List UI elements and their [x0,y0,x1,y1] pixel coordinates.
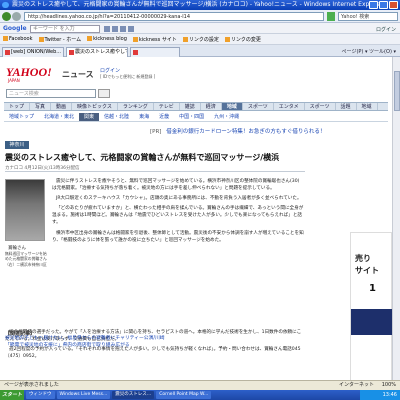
photo-caption: 無料巡回マッサージを始めた元格闘家の賞輪さん（右）＝横浜市神奈川区 [5,251,47,267]
subnav-item-active[interactable]: 関東 [79,113,100,121]
related-article-link[interactable]: 被災地の子どもへ届けたい。福島県からの避難者にチャリティー公演/川崎 [5,336,165,343]
yahoo-logo-sub: JAPAN [8,78,20,83]
favorite-link[interactable]: Twitter - ホーム [39,36,82,43]
tab-bar: [web] ONION/Web... 震災のストレス癒やして… ページ(P) ▾… [0,45,400,57]
nav-item[interactable]: 話題 [336,103,357,110]
window-controls [369,1,398,9]
taskbar-item[interactable]: Windows Live Mess... [56,391,111,399]
favorite-link[interactable]: リンクの設定 [183,36,219,43]
subnav-item[interactable]: 地域トップ [4,113,39,121]
subnav-item[interactable]: 東海 [134,113,154,121]
subnav-item[interactable]: 九州・沖縄 [209,113,244,121]
nav-item[interactable]: トップ [4,103,31,110]
close-button[interactable] [389,1,398,9]
subnav-item[interactable]: 北海道・東北 [39,113,79,121]
taskbar-item[interactable]: ウィンドウ [26,391,55,399]
subnav-item[interactable]: 信越・北陸 [99,113,134,121]
yahoo-header: YAHOO! JAPAN ニュース ログイン [ IDでもっと便利に 新規登録 … [0,63,392,85]
google-logo: Google [3,25,27,32]
nav-item[interactable]: スポーツ [305,103,336,110]
taskbar: スタート ウィンドウ Windows Live Mess... 震災のストレス…… [0,390,400,400]
pr-tag: [PR] [150,129,162,135]
favorite-link[interactable]: リンクの変更 [225,36,261,43]
vertical-scrollbar[interactable] [392,57,400,390]
article-paragraph: JR大口駅近くのステーキハウス「カウシャ」。店頭の奥にある事務所には、不動を背負… [56,196,302,202]
tools-menu[interactable]: ページ(P) ▾ ツール(O) ▾ [342,48,396,55]
nav-item[interactable]: スポーツ [243,103,274,110]
pr-link[interactable]: 借金利の銀行カードローン特集！お急ぎの方もすぐ借りられる！ [166,129,325,135]
google-search-input[interactable]: キーワード を入力 [30,25,100,33]
system-tray-clock: 13:46 [360,390,400,400]
address-bar: http://headlines.yahoo.co.jp/hl?a=201104… [0,10,400,23]
article-title: 震災のストレス癒やして、元格闘家の賞輪さんが無料で巡回マッサージ/横浜 [5,153,280,162]
subnav-item[interactable]: 近畿 [154,113,174,121]
taskbar-item[interactable]: Cornell Point Map W... [156,391,212,399]
news-search-input[interactable]: ニュース検索 [6,89,96,98]
toolbar-icon[interactable] [112,26,118,32]
article-photo[interactable] [5,179,45,241]
nav-item[interactable]: 経済 [201,103,222,110]
minimize-button[interactable] [369,1,378,9]
signin-link[interactable]: ログイン [100,67,120,74]
window-titlebar: 震災のストレス癒やして、元格闘家の賞輪さんが無料で巡回マッサージ/横浜 (カナロ… [0,0,400,10]
status-text: ページが表示されました [4,382,59,388]
nav-item[interactable]: 写真 [30,103,52,110]
favorite-link[interactable]: Facebook [3,36,33,42]
nav-item-active[interactable]: 地域 [221,103,243,110]
article-paragraph: 「どのあたりが疲れていますか」と、横たわった相手の肩を揉んでいる。賞輪さんの手は… [52,206,304,226]
toolbar-icon[interactable] [104,26,110,32]
article-paragraph: 横浜市中区出身の賞輪さんは格闘家を引退後、整体師として活動。震災後の不安から体調… [52,230,304,243]
favorites-bar: Facebook Twitter - ホーム kickness blog kic… [0,34,400,45]
article-section-label: 神奈川 [5,141,29,149]
favorite-link[interactable]: kickness blog [87,36,127,42]
url-input[interactable]: http://headlines.yahoo.co.jp/hl?a=201104… [24,12,324,21]
window-title: 震災のストレス癒やして、元格闘家の賞輪さんが無料で巡回マッサージ/横浜 (カナロ… [12,1,384,8]
browser-tab[interactable]: [web] ONION/Web... [2,47,64,57]
scrollbar-thumb[interactable] [394,71,400,111]
news-search-button[interactable] [98,89,110,98]
favorite-link[interactable]: kickness サイト [133,36,177,43]
ad-number: 1 [369,283,376,294]
divider [5,171,305,172]
forward-button[interactable] [12,12,21,21]
related-articles-list: 被災地の子どもへ届けたい。福島県からの避難者にチャリティー公演/川崎 「節電で被… [5,336,165,349]
toolbar-icon[interactable] [120,26,126,32]
taskbar-item-active[interactable]: 震災のストレス… [112,391,155,399]
nav-item[interactable]: エンタメ [274,103,305,110]
back-button[interactable] [2,12,11,21]
ad-text: 売り [355,254,371,263]
side-advertisement[interactable]: 売り サイト 1 [350,232,392,390]
nav-item[interactable]: 映像トピックス [72,103,118,110]
start-button[interactable]: スタート [0,390,24,400]
maximize-button[interactable] [379,1,388,9]
related-article-link[interactable]: 「節電で被災地の支援に」県内の商店街で取り組み広がる [5,343,165,350]
security-zone: インターネット [338,382,374,388]
ie-icon [2,2,9,8]
ad-banner [351,309,392,335]
go-button[interactable] [327,12,335,21]
status-bar: ページが表示されました インターネット 100% [0,380,400,390]
sub-nav: 地域トップ 北海道・東北 関東 信越・北陸 東海 近畿 中国・四国 九州・沖縄 [4,113,388,122]
nav-item[interactable]: 地域 [357,103,378,110]
zoom-level[interactable]: 100% [382,381,396,390]
main-nav: トップ 写真 動画 映像トピックス ランキング テレビ 雑誌 経済 地域 スポー… [4,102,388,111]
signup-link[interactable]: [ IDでもっと便利に 新規登録 ] [100,74,155,80]
nav-item[interactable]: 雑誌 [180,103,201,110]
toolbar-icon[interactable] [128,26,134,32]
browser-tab-active[interactable]: 震災のストレス癒やして… [66,47,128,57]
yahoo-section-title: ニュース [62,70,94,79]
pr-ad-line[interactable]: [PR] 借金利の銀行カードローン特集！お急ぎの方もすぐ借りられる！ [150,127,325,135]
nav-item[interactable]: ランキング [118,103,154,110]
article-body: 震災に伴うストレスを癒やそうと、無料で巡回マッサージを始めている。横浜市神奈川区… [52,178,304,247]
subnav-item[interactable]: 中国・四国 [174,113,209,121]
nav-item[interactable]: テレビ [154,103,180,110]
ad-text: サイト [355,266,379,275]
google-signin-link[interactable]: ログイン [376,26,396,33]
article-paragraph: 震災に伴うストレスを癒やそうと、無料で巡回マッサージを始めている。横浜市神奈川区… [52,179,300,192]
new-tab[interactable] [130,47,180,57]
nav-item[interactable]: 動画 [51,103,73,110]
browser-search-input[interactable]: Yahoo! 検索 [338,12,398,21]
google-toolbar: Google キーワード を入力 ログイン [0,23,400,34]
google-toolbar-icons [104,26,134,32]
